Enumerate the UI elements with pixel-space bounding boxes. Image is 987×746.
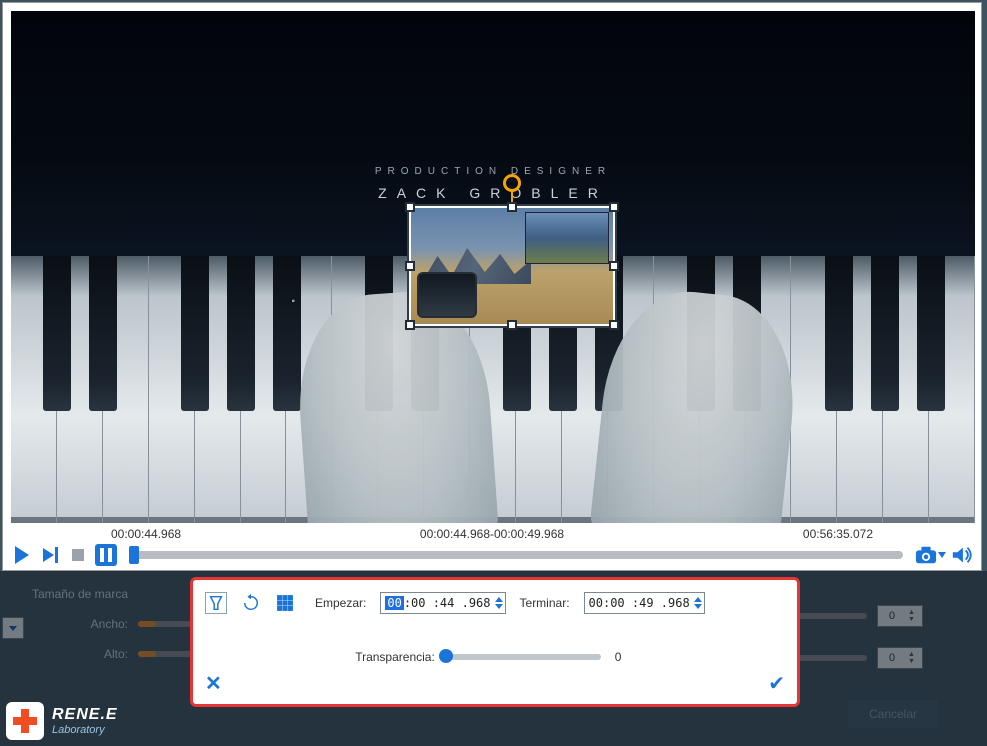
resize-handle-mr[interactable] xyxy=(609,261,619,271)
seek-playhead[interactable] xyxy=(129,546,139,564)
brand-line2: Laboratory xyxy=(52,724,118,736)
resize-handle-tr[interactable] xyxy=(609,202,619,212)
start-spinner[interactable] xyxy=(495,597,503,609)
seek-track[interactable] xyxy=(129,551,903,559)
start-time-field[interactable]: 00 :00 :44 .968 xyxy=(380,592,505,614)
time-duration: 00:56:35.072 xyxy=(803,527,873,543)
play-button[interactable] xyxy=(11,545,33,565)
right-value-1[interactable] xyxy=(878,609,906,623)
range-marker-button[interactable] xyxy=(95,544,117,566)
transparency-slider[interactable] xyxy=(441,654,601,660)
snapshot-dropdown-icon[interactable] xyxy=(938,552,946,558)
start-hh[interactable]: 00 xyxy=(385,596,403,610)
timeline-time-labels: 00:00:44.968 00:00:44.968-00:00:49.968 0… xyxy=(11,527,973,543)
rotate-handle[interactable] xyxy=(503,174,521,192)
start-label: Empezar: xyxy=(315,596,366,610)
brand-line1: RENE.E xyxy=(52,706,118,724)
stop-button[interactable] xyxy=(67,545,89,565)
unit-combo[interactable] xyxy=(2,617,24,639)
right-stepper-2[interactable]: ▲▼ xyxy=(877,647,923,669)
transparency-value: 0 xyxy=(615,650,635,664)
video-credit-text: PRODUCTION DESIGNER ZACK GROBLER xyxy=(11,166,975,201)
grid-icon[interactable] xyxy=(275,593,295,613)
glass-tool-icon[interactable] xyxy=(205,592,227,614)
time-current: 00:00:44.968 xyxy=(111,527,181,543)
watermark-time-panel: Empezar: 00 :00 :44 .968 Terminar: 00 :0… xyxy=(190,577,800,707)
popup-cancel-icon[interactable]: ✕ xyxy=(205,671,222,696)
transparency-knob[interactable] xyxy=(439,649,453,663)
rotate-icon[interactable] xyxy=(241,593,261,613)
popup-confirm-icon[interactable]: ✔ xyxy=(768,671,785,696)
resize-handle-bl[interactable] xyxy=(405,320,415,330)
resize-handle-tm[interactable] xyxy=(507,202,517,212)
credit-name: ZACK GROBLER xyxy=(11,185,975,201)
width-label: Ancho: xyxy=(8,617,128,631)
volume-button[interactable] xyxy=(951,545,973,565)
snapshot-button[interactable] xyxy=(915,545,945,565)
height-label: Alto: xyxy=(8,647,128,661)
end-time-field[interactable]: 00 :00 :49 .968 xyxy=(584,592,705,614)
playback-controls xyxy=(11,543,973,567)
end-hh: 00 xyxy=(589,596,603,610)
cancel-button[interactable]: Cancelar xyxy=(848,700,938,728)
video-preview[interactable]: PRODUCTION DESIGNER ZACK GROBLER xyxy=(11,11,975,523)
resize-handle-bm[interactable] xyxy=(507,320,517,330)
brand-badge: RENE.E Laboratory xyxy=(6,702,118,740)
brand-logo-icon xyxy=(6,702,44,740)
time-range: 00:00:44.968-00:00:49.968 xyxy=(420,527,564,541)
end-spinner[interactable] xyxy=(694,597,702,609)
right-value-2[interactable] xyxy=(878,651,906,665)
start-rest: :00 :44 .968 xyxy=(404,596,491,610)
right-stepper-1[interactable]: ▲▼ xyxy=(877,605,923,627)
credit-role: PRODUCTION DESIGNER xyxy=(11,166,975,177)
video-editor-panel: PRODUCTION DESIGNER ZACK GROBLER xyxy=(2,2,982,571)
end-rest: :00 :49 .968 xyxy=(603,596,690,610)
play-to-end-button[interactable] xyxy=(39,545,61,565)
watermark-overlay[interactable] xyxy=(409,206,615,326)
end-label: Terminar: xyxy=(520,596,570,610)
resize-handle-ml[interactable] xyxy=(405,261,415,271)
resize-handle-tl[interactable] xyxy=(405,202,415,212)
transparency-label: Transparencia: xyxy=(355,650,435,664)
marker-size-label: Tamaño de marca xyxy=(8,587,128,601)
resize-handle-br[interactable] xyxy=(609,320,619,330)
